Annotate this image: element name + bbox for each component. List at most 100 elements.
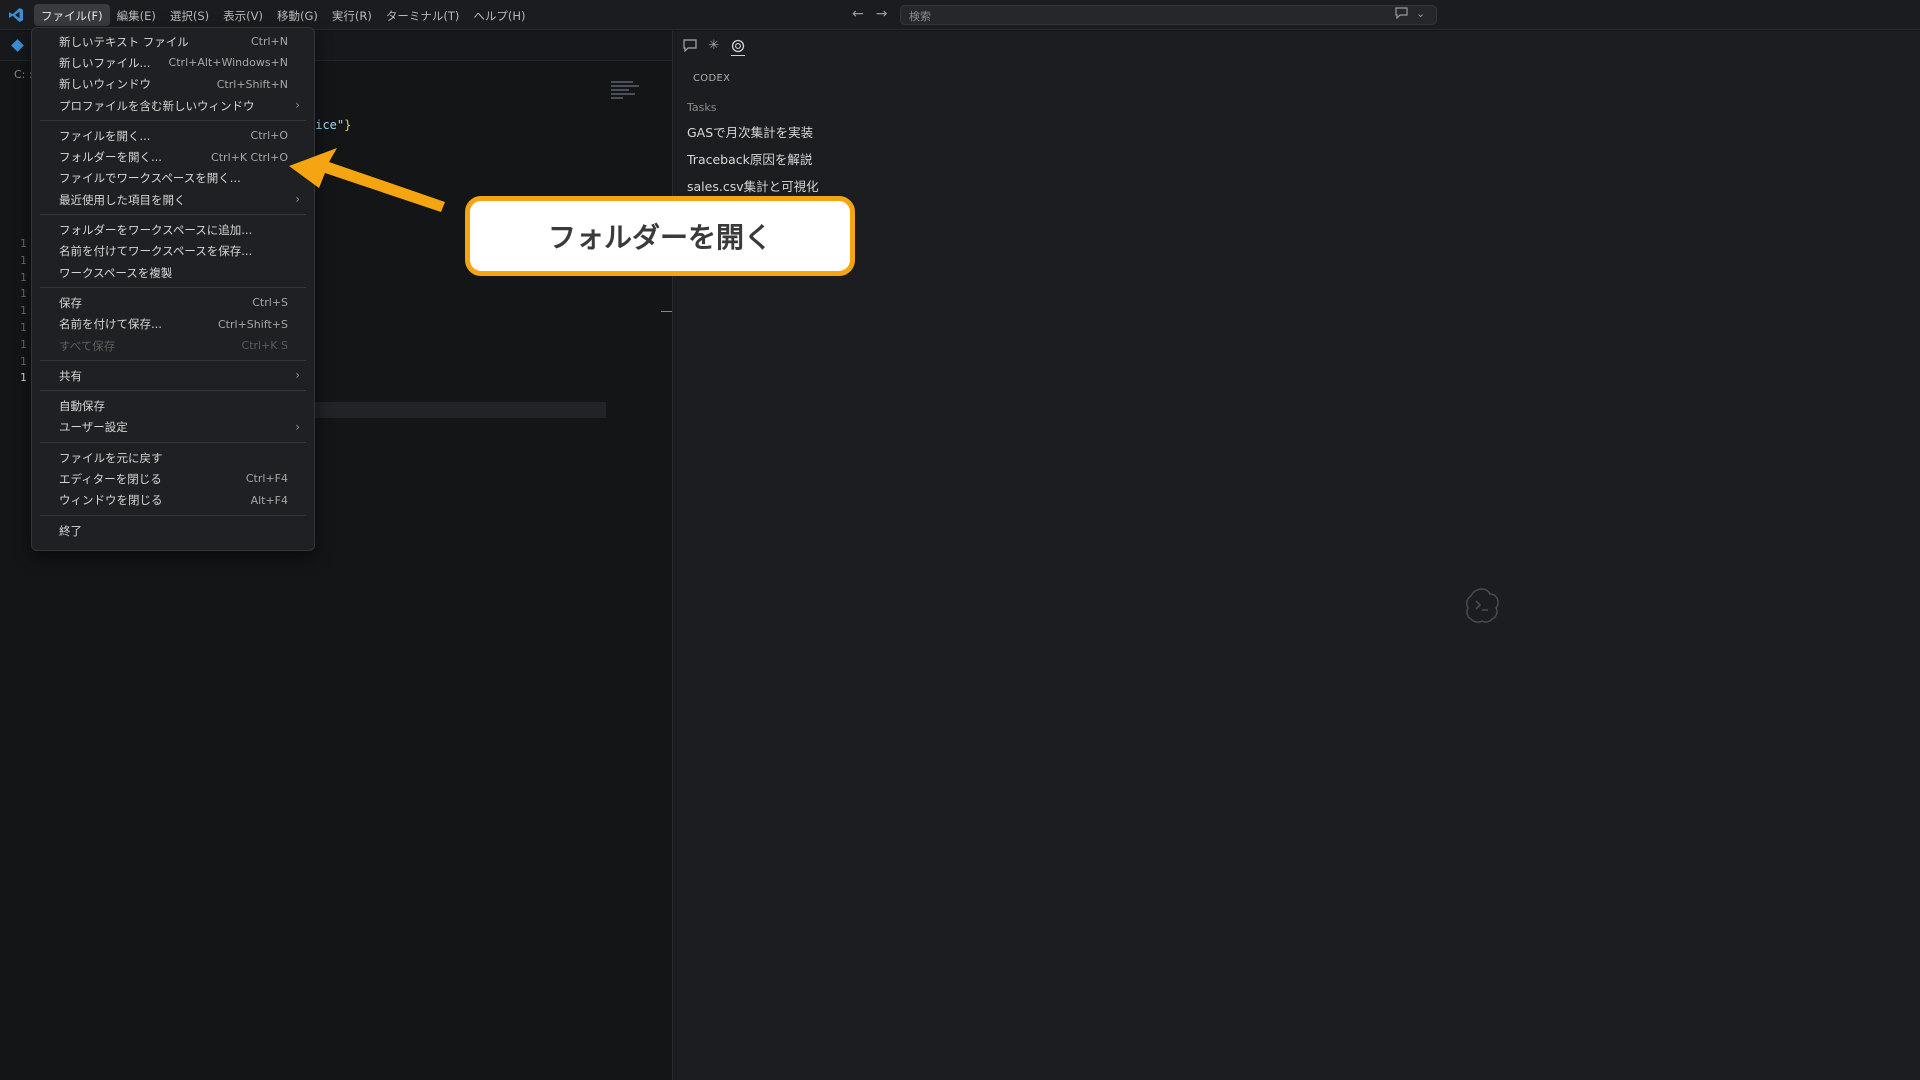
- breadcrumb[interactable]: C: :: [14, 68, 33, 81]
- minimap[interactable]: [611, 81, 641, 111]
- vscode-logo-icon: [9, 8, 23, 22]
- file-menu-item[interactable]: 共有 ›: [32, 365, 314, 386]
- back-arrow-icon[interactable]: ←: [852, 6, 864, 22]
- menu-separator: [40, 287, 306, 289]
- task-list: GASで月次集計を実装 Traceback原因を解説 sales.csv集計と可視化: [687, 125, 819, 206]
- callout-text: フォルダーを開く: [547, 221, 772, 254]
- menu-item-shortcut: Ctrl+K Ctrl+O: [211, 150, 288, 164]
- chat-icon[interactable]: [683, 39, 697, 53]
- task-item[interactable]: Traceback原因を解説: [687, 152, 819, 179]
- current-line-highlight: [290, 402, 606, 418]
- menu-item-label: ウィンドウを閉じる: [59, 493, 163, 508]
- menu-item[interactable]: ヘルプ(H): [466, 4, 532, 26]
- forward-arrow-icon[interactable]: →: [876, 6, 888, 22]
- menu-item-label: 名前を付けて保存...: [59, 317, 162, 332]
- file-menu-item[interactable]: プロファイルを含む新しいウィンドウ ›: [32, 95, 314, 116]
- line-number: 1: [20, 237, 27, 250]
- menu-item-shortcut: Ctrl+Shift+S: [218, 317, 288, 331]
- task-item[interactable]: GASで月次集計を実装: [687, 125, 819, 152]
- menu-item-shortcut: Ctrl+O: [250, 129, 288, 143]
- file-menu-item[interactable]: 新しいファイル... Ctrl+Alt+Windows+N: [32, 52, 314, 73]
- menu-item[interactable]: ターミナル(T): [379, 4, 467, 26]
- vscode-window: ファイル(F) 編集(E) 選択(S) 表示(V) 移動(G) 実行(R) ターミナル(T)…: [0, 0, 1920, 1080]
- menu-item-label: 名前を付けてワークスペースを保存...: [59, 244, 253, 259]
- chevron-down-icon[interactable]: ⌄: [1416, 7, 1425, 22]
- menu-item-label: フォルダーをワークスペースに追加...: [59, 223, 253, 238]
- file-menu-item[interactable]: フォルダーをワークスペースに追加...: [32, 219, 314, 240]
- menu-item-label: ワークスペースを複製: [59, 265, 173, 280]
- file-menu-item[interactable]: 名前を付けてワークスペースを保存...: [32, 241, 314, 262]
- menu-item-label: 終了: [59, 523, 82, 538]
- menu-separator: [40, 442, 306, 444]
- menu-item[interactable]: 選択(S): [163, 4, 216, 26]
- file-menu-item: すべて保存 Ctrl+K S: [32, 335, 314, 356]
- menu-item-shortcut: Ctrl+S: [252, 296, 288, 310]
- file-menu-item[interactable]: エディターを閉じる Ctrl+F4: [32, 468, 314, 489]
- file-type-icon[interactable]: [11, 39, 24, 52]
- menu-item-shortcut: Ctrl+Alt+Windows+N: [168, 56, 288, 70]
- file-menu-item[interactable]: 保存 Ctrl+S: [32, 292, 314, 313]
- menu-separator: [40, 360, 306, 362]
- menu-item-label: フォルダーを開く...: [59, 150, 162, 165]
- file-menu-item[interactable]: 最近使用した項目を開く ›: [32, 189, 314, 210]
- panel-icons: ✳: [683, 39, 745, 56]
- line-number: 1: [20, 304, 27, 318]
- search-input[interactable]: 検索: [900, 5, 1437, 25]
- menu-item[interactable]: ファイル(F): [34, 4, 110, 26]
- menu-item-label: 最近使用した項目を開く: [59, 192, 186, 207]
- tasks-label: Tasks: [687, 101, 717, 114]
- annotation-arrow: [289, 148, 445, 212]
- sparkle-icon[interactable]: ✳: [707, 39, 721, 53]
- file-menu-item[interactable]: 終了: [32, 520, 314, 541]
- line-number: 1: [20, 354, 27, 368]
- menu-item-label: プロファイルを含む新しいウィンドウ: [59, 98, 255, 113]
- line-number: 1: [20, 270, 27, 284]
- line-number: 1: [20, 287, 27, 301]
- title-bar: ファイル(F) 編集(E) 選択(S) 表示(V) 移動(G) 実行(R) ターミナル(T)…: [0, 0, 1920, 30]
- chevron-right-icon: ›: [295, 368, 300, 383]
- file-menu-item[interactable]: ユーザー設定 ›: [32, 417, 314, 438]
- file-menu-item[interactable]: 自動保存: [32, 395, 314, 416]
- menu-separator: [40, 120, 306, 122]
- menu-item[interactable]: 移動(G): [270, 4, 325, 26]
- menu-separator: [40, 214, 306, 216]
- menu-item-shortcut: Ctrl+N: [250, 35, 288, 49]
- file-menu-item[interactable]: ワークスペースを複製: [32, 262, 314, 283]
- file-menu-item[interactable]: フォルダーを開く... Ctrl+K Ctrl+O: [32, 146, 314, 167]
- file-menu-item[interactable]: ファイルを元に戻す: [32, 447, 314, 468]
- file-menu-item[interactable]: ファイルを開く... Ctrl+O: [32, 125, 314, 146]
- panel-title: CODEX: [693, 73, 731, 84]
- line-number: 1: [20, 371, 27, 385]
- menu-item-label: 共有: [59, 368, 82, 383]
- file-menu-item[interactable]: ファイルでワークスペースを開く...: [32, 168, 314, 189]
- menu-item-shortcut: Ctrl+K S: [241, 339, 288, 352]
- file-menu-item[interactable]: 新しいウィンドウ Ctrl+Shift+N: [32, 74, 314, 95]
- menu-item-shortcut: Alt+F4: [250, 493, 288, 507]
- line-number: 1: [20, 337, 27, 351]
- menu-item-label: ユーザー設定: [59, 420, 128, 435]
- menu-item[interactable]: 編集(E): [110, 4, 163, 26]
- file-menu-dropdown: 新しいテキスト ファイル Ctrl+N 新しいファイル... Ctrl+Alt+Win…: [31, 27, 315, 551]
- menu-item-label: すべて保存: [59, 338, 116, 353]
- menu-item-label: ファイルを開く...: [59, 128, 151, 143]
- code-brace: }: [344, 118, 352, 132]
- line-number: 1: [20, 320, 27, 334]
- file-menu-item[interactable]: 新しいテキスト ファイル Ctrl+N: [32, 31, 314, 52]
- nav-arrows: ← →: [852, 6, 887, 22]
- menu-item-label: ファイルでワークスペースを開く...: [59, 171, 241, 186]
- menu-item[interactable]: 表示(V): [216, 4, 270, 26]
- line-number-gutter: 1 1 1 1 1 1 1 1 1: [20, 236, 27, 387]
- codex-panel: ✳ CODEX Tasks GASで月次集計を実装 Traceback原因を解説 s…: [672, 31, 1920, 1080]
- codex-icon[interactable]: [731, 39, 745, 56]
- search-placeholder: 検索: [909, 10, 931, 23]
- menu-separator: [40, 514, 306, 516]
- chat-icon[interactable]: [1395, 7, 1408, 22]
- menu-separator: [40, 390, 306, 392]
- file-menu-item[interactable]: 名前を付けて保存... Ctrl+Shift+S: [32, 314, 314, 335]
- menu-item-label: エディターを閉じる: [59, 471, 162, 486]
- chevron-right-icon: ›: [295, 419, 300, 434]
- menu-item-label: ファイルを元に戻す: [59, 450, 163, 465]
- line-number: 1: [20, 253, 27, 267]
- menu-item[interactable]: 実行(R): [325, 4, 379, 26]
- file-menu-item[interactable]: ウィンドウを閉じる Alt+F4: [32, 490, 314, 511]
